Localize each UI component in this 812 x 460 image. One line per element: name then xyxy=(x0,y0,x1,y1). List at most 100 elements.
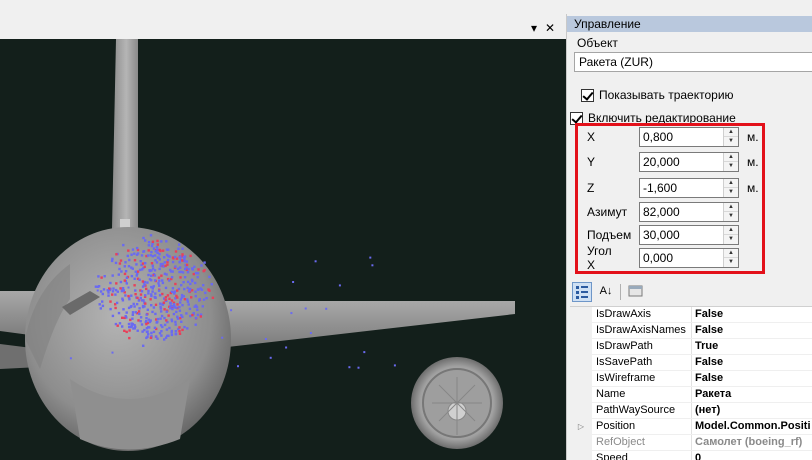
particle xyxy=(186,300,190,303)
particle xyxy=(132,302,135,306)
spin-up-icon[interactable]: ▲ xyxy=(724,226,738,235)
particle xyxy=(185,312,188,315)
particle xyxy=(121,287,125,290)
particle xyxy=(131,248,135,251)
particle xyxy=(146,281,149,284)
spin-down-icon[interactable]: ▼ xyxy=(724,162,738,171)
particle xyxy=(203,268,206,272)
particle xyxy=(129,318,132,322)
expand-arrow-icon[interactable]: ▷ xyxy=(570,419,592,435)
particle xyxy=(165,310,168,313)
particle xyxy=(124,270,128,273)
particle xyxy=(140,290,144,293)
spin-down-icon[interactable]: ▼ xyxy=(724,188,738,197)
particle xyxy=(179,301,182,304)
particle xyxy=(149,336,153,339)
particle xyxy=(171,260,175,264)
particle xyxy=(127,322,131,326)
spin-down-icon[interactable]: ▼ xyxy=(724,258,738,267)
particle xyxy=(178,330,181,333)
particle xyxy=(178,270,181,274)
categorized-icon[interactable] xyxy=(572,282,592,302)
spin-down-icon[interactable]: ▼ xyxy=(724,137,738,146)
particle xyxy=(121,299,125,302)
particle xyxy=(133,305,136,308)
particle xyxy=(99,307,102,310)
alphabetical-sort-icon[interactable]: A↓ xyxy=(596,282,616,302)
close-icon[interactable]: ✕ xyxy=(543,20,557,36)
spin-up-icon[interactable]: ▲ xyxy=(724,179,738,188)
pg-row-refobject[interactable]: RefObject Самолет (boeing_rf) xyxy=(570,435,812,451)
particle xyxy=(128,336,131,340)
pg-row-speed[interactable]: Speed 0 xyxy=(570,451,812,460)
particle xyxy=(145,330,149,334)
param-input-x[interactable]: 0,800 ▲ ▼ xyxy=(639,127,739,147)
particle xyxy=(371,264,374,267)
particle xyxy=(269,356,272,359)
particle xyxy=(119,259,123,262)
param-label-y: Y xyxy=(587,155,596,169)
pg-row-name[interactable]: Name Ракета xyxy=(570,387,812,403)
param-input-elevation[interactable]: 30,000 ▲ ▼ xyxy=(639,225,739,245)
pg-row-isdrawaxis[interactable]: IsDrawAxis False xyxy=(570,307,812,323)
particle xyxy=(202,298,206,301)
particle xyxy=(127,265,131,268)
spin-up-icon[interactable]: ▲ xyxy=(724,128,738,137)
particle xyxy=(134,293,137,296)
particle xyxy=(144,294,147,297)
show-path-checkbox[interactable] xyxy=(581,88,594,102)
particle xyxy=(147,333,150,336)
particle xyxy=(169,306,172,310)
particle xyxy=(160,314,164,318)
pg-row-pathwaysource[interactable]: PathWaySource (нет) xyxy=(570,403,812,419)
particle xyxy=(158,284,161,287)
param-input-azimuth[interactable]: 82,000 ▲ ▼ xyxy=(639,202,739,222)
particle xyxy=(107,294,110,297)
particle xyxy=(142,299,145,302)
particle xyxy=(181,271,185,274)
spin-up-icon[interactable]: ▲ xyxy=(724,153,738,162)
particle xyxy=(99,290,103,293)
particle xyxy=(151,290,154,293)
particle xyxy=(176,303,179,306)
particle xyxy=(156,317,160,321)
particle xyxy=(163,338,166,341)
param-input-angle-x[interactable]: 0,000 ▲ ▼ xyxy=(639,248,739,268)
object-select[interactable]: Ракета (ZUR) xyxy=(574,52,812,72)
particle xyxy=(101,292,104,296)
viewport-titlebar: ▾ ✕ xyxy=(0,18,566,39)
particle xyxy=(208,275,211,279)
param-input-z[interactable]: -1,600 ▲ ▼ xyxy=(639,178,739,198)
param-unit-z: м. xyxy=(747,181,759,195)
pg-row-isdrawpath[interactable]: IsDrawPath True xyxy=(570,339,812,355)
spin-up-icon[interactable]: ▲ xyxy=(724,203,738,212)
particle xyxy=(178,261,181,264)
show-path-checkbox-row[interactable]: Показывать траекторию xyxy=(581,88,734,102)
pg-row-iswireframe[interactable]: IsWireframe False xyxy=(570,371,812,387)
dropdown-arrow-icon[interactable]: ▾ xyxy=(527,20,541,36)
spin-up-icon[interactable]: ▲ xyxy=(724,249,738,258)
particle xyxy=(189,282,192,286)
particle xyxy=(174,323,177,326)
particle xyxy=(115,301,119,305)
particle xyxy=(156,243,159,246)
particle xyxy=(161,279,164,282)
particle xyxy=(237,365,239,368)
particle xyxy=(140,323,144,326)
particle xyxy=(117,273,120,276)
pg-row-position[interactable]: ▷ Position Model.Common.Positi xyxy=(570,419,812,435)
particle xyxy=(182,255,186,259)
spin-down-icon[interactable]: ▼ xyxy=(724,212,738,221)
particle xyxy=(115,253,118,256)
particle xyxy=(128,329,131,332)
property-pages-icon[interactable] xyxy=(625,282,645,302)
pg-row-issavepath[interactable]: IsSavePath False xyxy=(570,355,812,371)
particle xyxy=(133,259,137,262)
particle xyxy=(145,287,148,291)
param-input-y[interactable]: 20,000 ▲ ▼ xyxy=(639,152,739,172)
particle xyxy=(185,260,189,263)
spin-down-icon[interactable]: ▼ xyxy=(724,235,738,244)
pg-row-isdrawaxisnames[interactable]: IsDrawAxisNames False xyxy=(570,323,812,339)
show-path-label: Показывать траекторию xyxy=(599,88,734,102)
3d-viewport[interactable] xyxy=(0,39,566,460)
